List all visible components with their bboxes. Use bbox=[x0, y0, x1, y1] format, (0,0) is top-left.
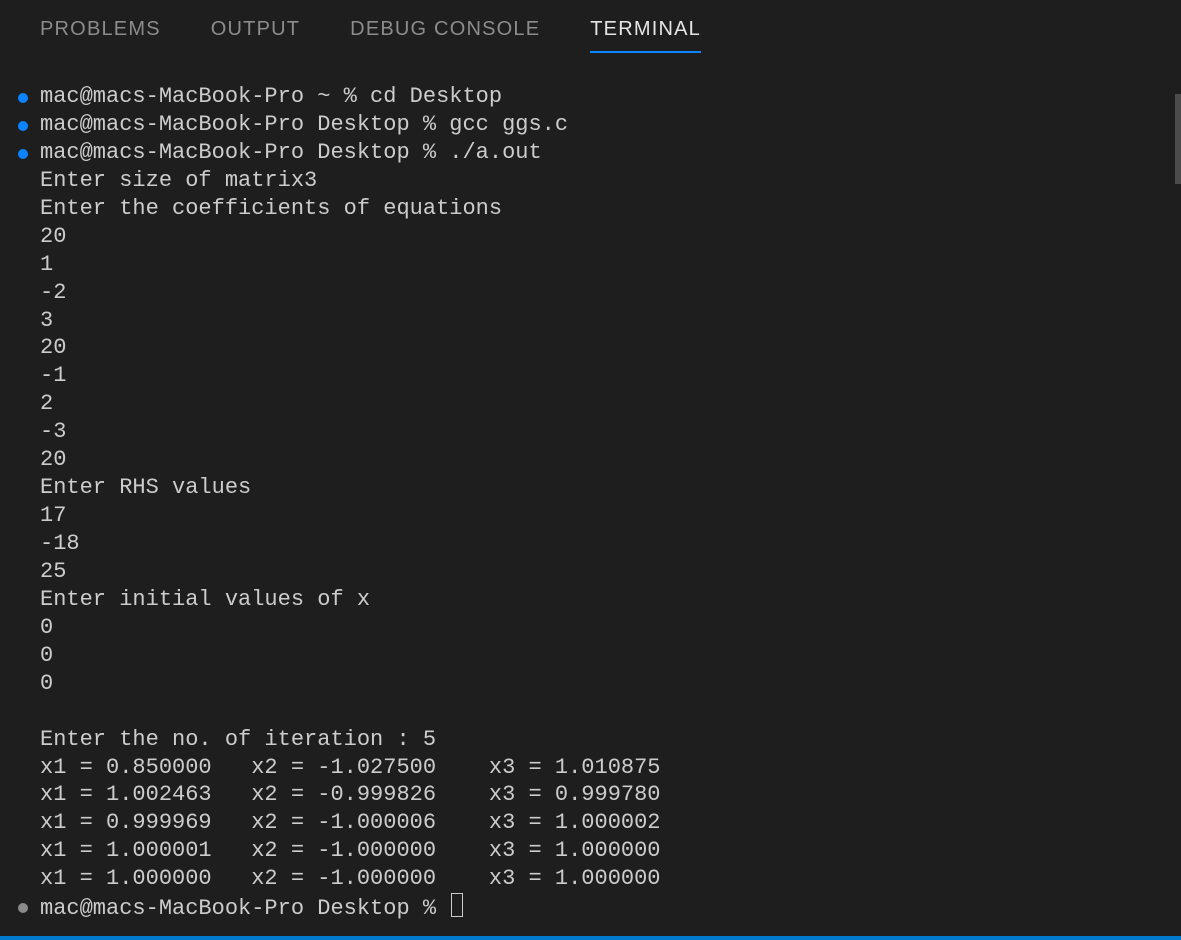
prompt-status-bullet bbox=[18, 149, 28, 159]
terminal-text: -18 bbox=[40, 531, 80, 556]
terminal-line: x1 = 1.000001 x2 = -1.000000 x3 = 1.0000… bbox=[40, 837, 1181, 865]
terminal-text bbox=[40, 699, 53, 724]
terminal-line: Enter size of matrix3 bbox=[40, 167, 1181, 195]
terminal-text: -1 bbox=[40, 363, 66, 388]
terminal-text: x1 = 0.999969 x2 = -1.000006 x3 = 1.0000… bbox=[40, 810, 661, 835]
terminal-text: 1 bbox=[40, 252, 53, 277]
terminal-text: 20 bbox=[40, 335, 66, 360]
terminal-line: 20 bbox=[40, 223, 1181, 251]
terminal-text: 25 bbox=[40, 559, 66, 584]
terminal-line: mac@macs-MacBook-Pro Desktop % ./a.out bbox=[40, 139, 1181, 167]
terminal-cursor bbox=[451, 893, 463, 917]
terminal-text: Enter initial values of x bbox=[40, 587, 370, 612]
terminal-line: x1 = 0.999969 x2 = -1.000006 x3 = 1.0000… bbox=[40, 809, 1181, 837]
panel-tab-bar: PROBLEMS OUTPUT DEBUG CONSOLE TERMINAL bbox=[0, 0, 1181, 67]
tab-debug-console[interactable]: DEBUG CONSOLE bbox=[350, 18, 540, 53]
terminal-text: mac@macs-MacBook-Pro ~ % cd Desktop bbox=[40, 84, 502, 109]
status-bar bbox=[0, 936, 1181, 940]
terminal-text: 0 bbox=[40, 643, 53, 668]
terminal-text: x1 = 1.000000 x2 = -1.000000 x3 = 1.0000… bbox=[40, 866, 661, 891]
terminal-text: x1 = 0.850000 x2 = -1.027500 x3 = 1.0108… bbox=[40, 755, 661, 780]
terminal-line: 3 bbox=[40, 307, 1181, 335]
terminal-text: 17 bbox=[40, 503, 66, 528]
terminal-text: mac@macs-MacBook-Pro Desktop % gcc ggs.c bbox=[40, 112, 568, 137]
tab-problems[interactable]: PROBLEMS bbox=[40, 18, 161, 53]
terminal-line: 20 bbox=[40, 334, 1181, 362]
tab-terminal[interactable]: TERMINAL bbox=[590, 18, 701, 53]
terminal-text: 2 bbox=[40, 391, 53, 416]
terminal-line: 0 bbox=[40, 642, 1181, 670]
terminal-text: 20 bbox=[40, 224, 66, 249]
terminal-text: 20 bbox=[40, 447, 66, 472]
terminal-line: x1 = 1.000000 x2 = -1.000000 x3 = 1.0000… bbox=[40, 865, 1181, 893]
terminal-line: x1 = 0.850000 x2 = -1.027500 x3 = 1.0108… bbox=[40, 754, 1181, 782]
terminal-text: x1 = 1.000001 x2 = -1.000000 x3 = 1.0000… bbox=[40, 838, 661, 863]
terminal-line: -2 bbox=[40, 279, 1181, 307]
terminal-text: Enter size of matrix3 bbox=[40, 168, 317, 193]
terminal-line: 0 bbox=[40, 614, 1181, 642]
tab-output[interactable]: OUTPUT bbox=[211, 18, 300, 53]
terminal-line: mac@macs-MacBook-Pro ~ % cd Desktop bbox=[40, 83, 1181, 111]
terminal-line: -18 bbox=[40, 530, 1181, 558]
terminal-line: mac@macs-MacBook-Pro Desktop % gcc ggs.c bbox=[40, 111, 1181, 139]
terminal-text: 3 bbox=[40, 308, 53, 333]
terminal-text: Enter the coefficients of equations bbox=[40, 196, 502, 221]
terminal-line: 17 bbox=[40, 502, 1181, 530]
terminal-line bbox=[40, 698, 1181, 726]
terminal-line: 0 bbox=[40, 670, 1181, 698]
prompt-status-bullet bbox=[18, 93, 28, 103]
terminal-line: Enter initial values of x bbox=[40, 586, 1181, 614]
terminal-text: mac@macs-MacBook-Pro Desktop % ./a.out bbox=[40, 140, 542, 165]
terminal-line: Enter RHS values bbox=[40, 474, 1181, 502]
terminal-line: -3 bbox=[40, 418, 1181, 446]
terminal-text: Enter the no. of iteration : 5 bbox=[40, 727, 436, 752]
terminal-line: -1 bbox=[40, 362, 1181, 390]
terminal-text: 0 bbox=[40, 671, 53, 696]
terminal-line: Enter the no. of iteration : 5 bbox=[40, 726, 1181, 754]
terminal-line: Enter the coefficients of equations bbox=[40, 195, 1181, 223]
terminal-line: 1 bbox=[40, 251, 1181, 279]
terminal-text: -3 bbox=[40, 419, 66, 444]
scrollbar-thumb[interactable] bbox=[1175, 94, 1181, 184]
terminal-text: Enter RHS values bbox=[40, 475, 251, 500]
terminal-text: -2 bbox=[40, 280, 66, 305]
terminal-prompt-line[interactable]: mac@macs-MacBook-Pro Desktop % bbox=[40, 893, 1181, 923]
prompt-status-bullet bbox=[18, 903, 28, 913]
terminal-line: 20 bbox=[40, 446, 1181, 474]
terminal-line: x1 = 1.002463 x2 = -0.999826 x3 = 0.9997… bbox=[40, 781, 1181, 809]
terminal-text: x1 = 1.002463 x2 = -0.999826 x3 = 0.9997… bbox=[40, 782, 661, 807]
terminal-line: 2 bbox=[40, 390, 1181, 418]
terminal-text: 0 bbox=[40, 615, 53, 640]
prompt-status-bullet bbox=[18, 121, 28, 131]
terminal-output[interactable]: mac@macs-MacBook-Pro ~ % cd Desktop mac@m… bbox=[0, 67, 1181, 923]
terminal-prompt-text: mac@macs-MacBook-Pro Desktop % bbox=[40, 896, 449, 921]
terminal-line: 25 bbox=[40, 558, 1181, 586]
